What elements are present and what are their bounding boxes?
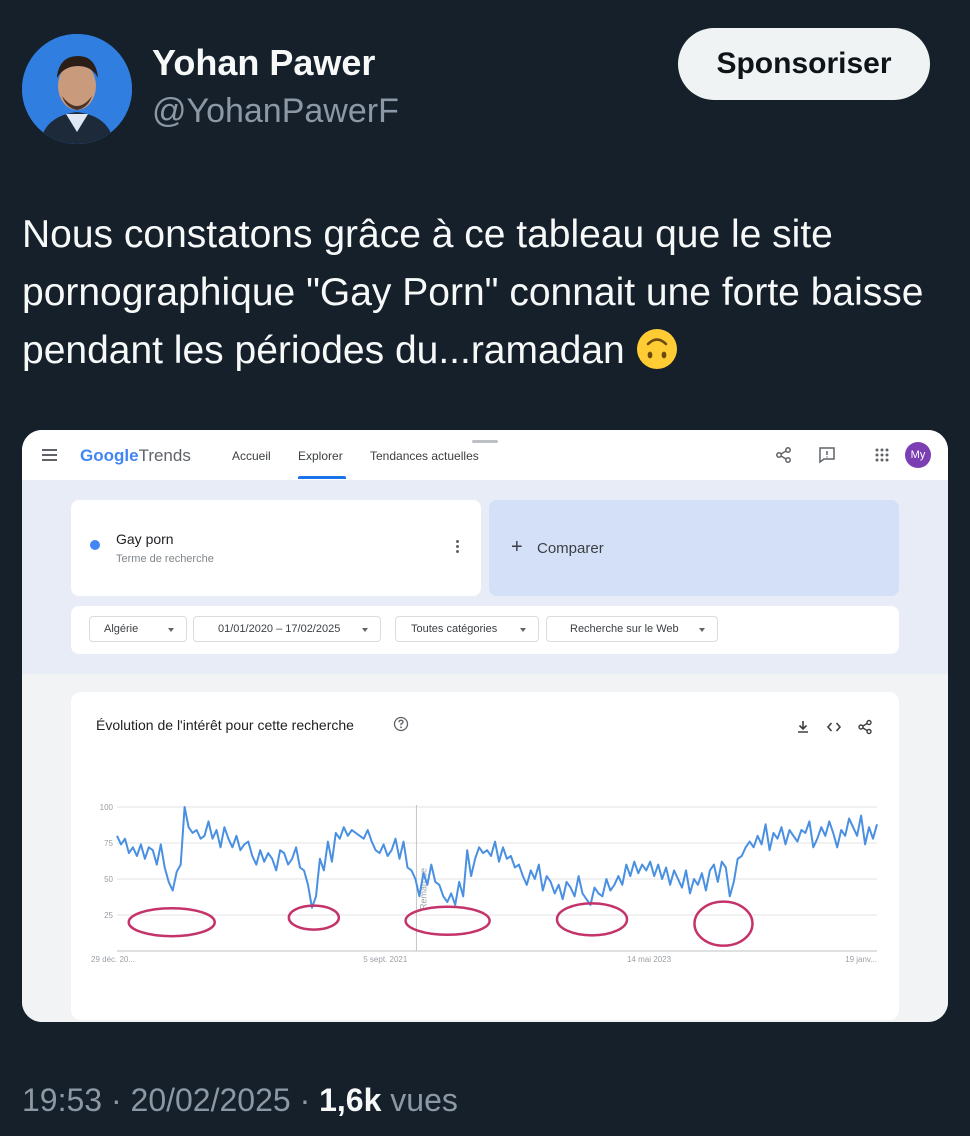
y-tick-label: 25: [104, 911, 113, 920]
annotation-circle: [404, 905, 491, 937]
user-avatar[interactable]: My: [905, 442, 931, 468]
feedback-icon[interactable]: [817, 445, 837, 465]
period-filter[interactable]: 01/01/2020 – 17/02/2025: [193, 616, 381, 642]
upside-down-face-icon: [636, 329, 677, 369]
category-filter[interactable]: Toutes catégories: [395, 616, 539, 642]
tweet-meta: 19:53 · 20/02/2025 · 1,6k vues: [22, 1082, 458, 1119]
views-label: vues: [390, 1082, 458, 1118]
apps-grid-icon[interactable]: [872, 445, 892, 465]
google-trends-logo[interactable]: GoogleTrends: [80, 446, 191, 466]
annotation-circle: [693, 900, 754, 947]
term-color-dot: [90, 540, 100, 550]
active-tab-indicator: [298, 476, 346, 479]
search-type-filter[interactable]: Recherche sur le Web: [546, 616, 718, 642]
views-count: 1,6k: [319, 1082, 382, 1118]
x-tick-label: 14 mai 2023: [627, 955, 672, 964]
more-vert-icon[interactable]: [456, 540, 460, 555]
author-handle[interactable]: @YohanPawerF: [152, 92, 399, 131]
share-icon[interactable]: [774, 445, 794, 465]
tweet-date[interactable]: 20/02/2025: [131, 1082, 291, 1118]
nav-tendances[interactable]: Tendances actuelles: [370, 449, 479, 463]
annotation-circle: [555, 902, 629, 937]
logo-google-text: Google: [80, 446, 139, 465]
period-filter-label: 01/01/2020 – 17/02/2025: [218, 623, 341, 635]
y-tick-label: 100: [100, 803, 114, 812]
logo-trends-text: Trends: [138, 446, 191, 465]
region-filter-label: Algérie: [104, 623, 139, 635]
compare-label: Comparer: [537, 540, 604, 557]
x-tick-label: 29 déc. 20...: [91, 955, 135, 964]
avatar-portrait-icon: [22, 34, 132, 144]
nav-accueil[interactable]: Accueil: [232, 449, 271, 463]
y-tick-label: 50: [104, 875, 113, 884]
interest-over-time-card: Évolution de l'intérêt pour cette recher…: [71, 692, 899, 1020]
compare-button[interactable]: + Comparer: [489, 500, 899, 596]
dropdown-caret-icon: [168, 628, 174, 632]
separator-dot: ·: [299, 1082, 311, 1118]
nav-explorer[interactable]: Explorer: [298, 449, 343, 463]
author-name[interactable]: Yohan Pawer: [152, 42, 375, 84]
author-avatar[interactable]: [22, 34, 132, 144]
dropdown-caret-icon: [362, 628, 368, 632]
search-term-card[interactable]: Gay porn Terme de recherche: [71, 500, 481, 596]
series-line: [116, 806, 878, 909]
category-filter-label: Toutes catégories: [411, 623, 498, 635]
term-type: Terme de recherche: [116, 553, 214, 565]
plus-icon: +: [511, 536, 523, 558]
y-tick-label: 75: [104, 839, 113, 848]
menu-icon[interactable]: [42, 449, 57, 464]
annotation-circle: [287, 904, 341, 931]
tweet-text-body: Nous constatons grâce à ce tableau que l…: [22, 213, 924, 372]
tweet-text: Nous constatons grâce à ce tableau que l…: [22, 206, 942, 380]
dropdown-caret-icon: [699, 628, 705, 632]
search-type-filter-label: Recherche sur le Web: [570, 623, 679, 635]
x-tick-label: 19 janv...: [845, 955, 877, 964]
filters-bar: Algérie 01/01/2020 – 17/02/2025 Toutes c…: [71, 606, 899, 654]
trends-header: GoogleTrends Accueil Explorer Tendances …: [22, 430, 948, 480]
region-filter[interactable]: Algérie: [89, 616, 187, 642]
trend-line-chart[interactable]: 100755025Remarque29 déc. 20... 5 sept. 20…: [71, 692, 899, 1020]
term-name[interactable]: Gay porn: [116, 531, 174, 547]
tweet-time[interactable]: 19:53: [22, 1082, 102, 1118]
separator-dot: ·: [110, 1082, 122, 1118]
dropdown-caret-icon: [520, 628, 526, 632]
trends-screenshot[interactable]: GoogleTrends Accueil Explorer Tendances …: [22, 430, 948, 1022]
x-tick-label: 5 sept. 2021: [363, 955, 408, 964]
annotation-circle: [127, 906, 216, 938]
drag-handle: [472, 440, 498, 443]
sponsor-button[interactable]: Sponsoriser: [678, 28, 930, 100]
